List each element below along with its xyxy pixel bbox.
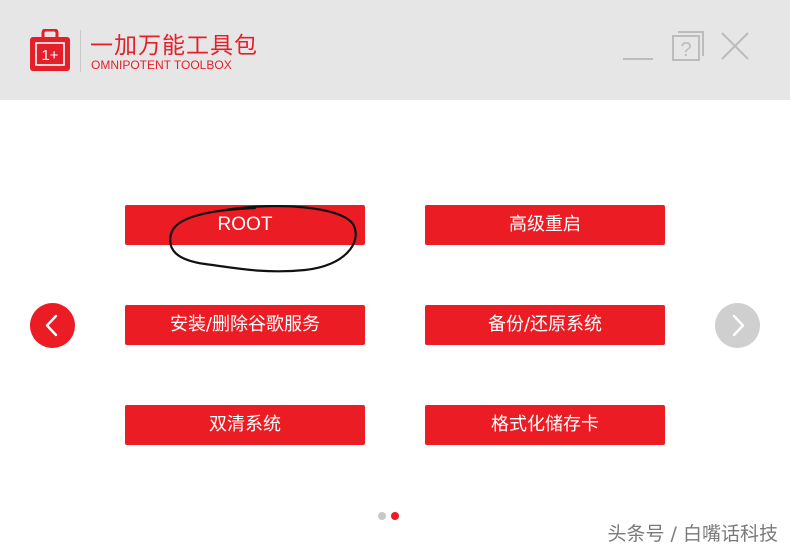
oneplus-toolbox-icon: 1+: [30, 28, 70, 71]
wipe-system-label: 双清系统: [209, 414, 281, 435]
watermark-text: 头条号 / 白嘴话科技: [607, 523, 778, 545]
help-glyph: ?: [680, 39, 691, 61]
format-storage-label: 格式化储存卡: [491, 414, 599, 435]
backup-restore-button[interactable]: 备份/还原系统: [425, 305, 665, 345]
advanced-reboot-label: 高级重启: [509, 214, 581, 235]
chevron-right-icon: [732, 314, 745, 337]
minimize-button[interactable]: [622, 40, 654, 64]
previous-page-button[interactable]: [30, 303, 75, 348]
help-icon: ?: [672, 31, 704, 61]
wipe-system-button[interactable]: 双清系统: [125, 405, 365, 445]
close-button[interactable]: [719, 30, 751, 62]
next-page-button[interactable]: [715, 303, 760, 348]
google-services-label: 安装/删除谷歌服务: [169, 314, 321, 335]
hand-drawn-circle-annotation: [169, 204, 357, 273]
close-icon: [721, 32, 749, 60]
header-divider: [80, 30, 81, 72]
page-indicator-2-active[interactable]: [391, 512, 399, 520]
app-subtitle: OMNIPOTENT TOOLBOX: [91, 58, 232, 72]
google-services-button[interactable]: 安装/删除谷歌服务: [125, 305, 365, 345]
minimize-icon: [623, 58, 653, 60]
chevron-left-icon: [45, 314, 58, 337]
help-button[interactable]: ?: [670, 30, 706, 62]
format-storage-button[interactable]: 格式化储存卡: [425, 405, 665, 445]
title-bar: 1+ 一加万能工具包 OMNIPOTENT TOOLBOX ?: [0, 0, 790, 100]
backup-restore-label: 备份/还原系统: [487, 314, 603, 335]
advanced-reboot-button[interactable]: 高级重启: [425, 205, 665, 245]
logo-glyph: 1+: [41, 47, 58, 64]
app-title: 一加万能工具包: [90, 33, 258, 59]
page-indicator-1[interactable]: [378, 512, 386, 520]
